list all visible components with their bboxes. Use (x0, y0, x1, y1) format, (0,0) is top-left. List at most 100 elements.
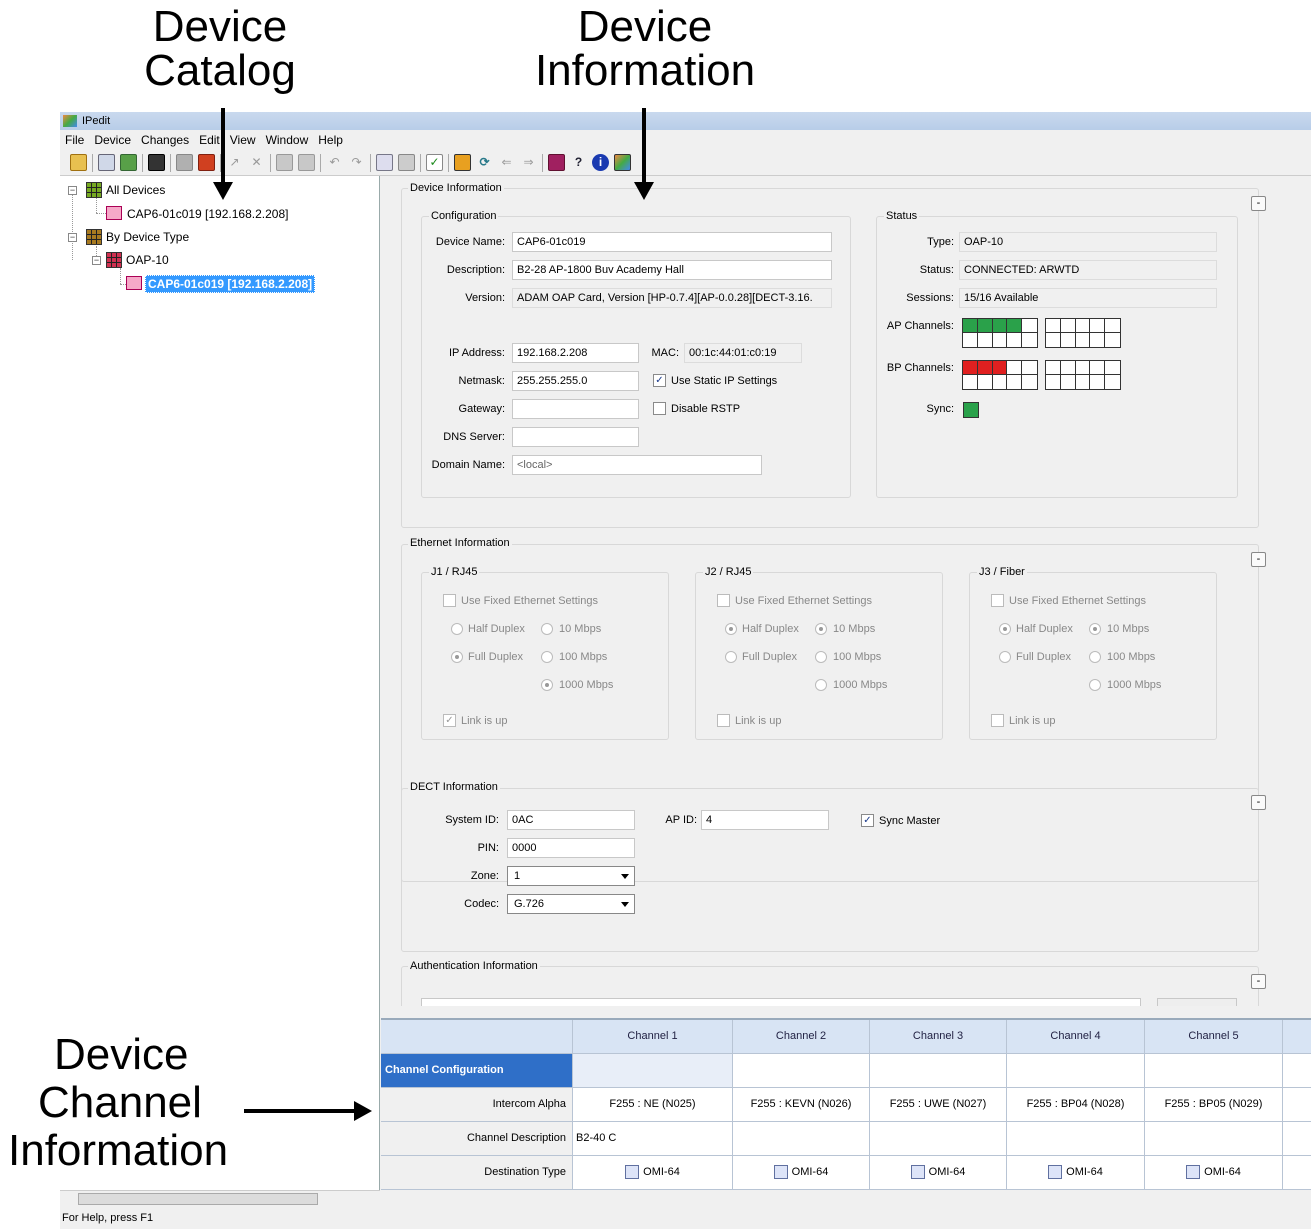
pin-field[interactable]: 0000 (507, 838, 635, 858)
domain-name-field[interactable]: <local> (512, 455, 762, 475)
zone-select[interactable]: 1 (507, 866, 635, 886)
refresh-icon[interactable]: ⟳ (476, 154, 493, 171)
speed-10-radio[interactable] (815, 623, 827, 635)
grid-value-cell[interactable]: OMI-64 (573, 1156, 733, 1190)
half-duplex-radio[interactable] (999, 623, 1011, 635)
help-icon[interactable]: ? (570, 154, 587, 171)
scrollbar-thumb[interactable] (78, 1193, 318, 1205)
half-duplex-radio[interactable] (725, 623, 737, 635)
half-duplex-radio[interactable] (451, 623, 463, 635)
system-id-field[interactable]: 0AC (507, 810, 635, 830)
grid-value-cell[interactable] (870, 1122, 1007, 1156)
description-field[interactable]: B2-28 AP-1800 Buv Academy Hall (512, 260, 832, 280)
menu-changes[interactable]: Changes (136, 130, 194, 150)
tree-node-device[interactable]: CAP6-01c019 [192.168.2.208] (127, 206, 288, 222)
redo-icon[interactable]: ↷ (348, 154, 365, 171)
info-icon[interactable]: i (592, 154, 609, 171)
tree-horizontal-scrollbar[interactable] (60, 1190, 380, 1206)
use-fixed-ethernet-checkbox[interactable] (443, 594, 456, 607)
tree-node-by-device-type[interactable]: By Device Type (106, 229, 189, 245)
menu-window[interactable]: Window (261, 130, 314, 150)
grid-value-cell[interactable]: F255 : KEVN (N026) (733, 1088, 870, 1122)
menu-file[interactable]: File (60, 130, 89, 150)
speed-100-radio[interactable] (1089, 651, 1101, 663)
grid-value-cell[interactable]: OMI-64 (733, 1156, 870, 1190)
grid-value-cell[interactable] (1007, 1122, 1145, 1156)
speed-10-radio[interactable] (1089, 623, 1101, 635)
channel-cell (992, 319, 1008, 333)
gateway-field[interactable] (512, 399, 639, 419)
full-duplex-radio[interactable] (725, 651, 737, 663)
copy-device-icon[interactable] (98, 154, 115, 171)
sync-master-checkbox[interactable]: ✓ (861, 814, 874, 827)
grid-value-cell[interactable]: F255 : UWE (N027) (870, 1088, 1007, 1122)
cancel-icon[interactable] (298, 154, 315, 171)
ap-id-field[interactable]: 4 (701, 810, 829, 830)
speed-100-radio[interactable] (541, 651, 553, 663)
paste-icon[interactable] (398, 154, 415, 171)
speed-1000-radio[interactable] (1089, 679, 1101, 691)
codec-select[interactable]: G.726 (507, 894, 635, 914)
netmask-field[interactable]: 255.255.255.0 (512, 371, 639, 391)
export-icon[interactable] (120, 154, 137, 171)
authentication-field[interactable] (421, 998, 1141, 1006)
grid-view-icon[interactable] (454, 154, 471, 171)
apply-icon[interactable] (176, 154, 193, 171)
speed-1000-radio[interactable] (541, 679, 553, 691)
grid-value-cell[interactable]: F255 : NE (N025) (573, 1088, 733, 1122)
speed-100-radio[interactable] (815, 651, 827, 663)
disable-rstp-checkbox[interactable] (653, 402, 666, 415)
use-fixed-ethernet-checkbox[interactable] (991, 594, 1004, 607)
grid-value-cell[interactable]: OMI-64 (1145, 1156, 1283, 1190)
collapse-authentication-information-button[interactable]: - (1251, 974, 1266, 989)
grid-value-cell[interactable]: F255 : BP05 (N029) (1145, 1088, 1283, 1122)
destination-type-icon (1186, 1165, 1201, 1180)
grid-value-cell[interactable] (733, 1122, 870, 1156)
delete-icon[interactable] (198, 154, 215, 171)
speed-100-label: 100 Mbps (1107, 651, 1156, 663)
channel-cell (1022, 319, 1037, 333)
forward-icon[interactable]: ⇒ (520, 154, 537, 171)
speed-1000-radio[interactable] (815, 679, 827, 691)
full-duplex-radio[interactable] (999, 651, 1011, 663)
copy-icon[interactable] (376, 154, 393, 171)
grid-value-cell[interactable]: OMI-64 (870, 1156, 1007, 1190)
about-icon[interactable] (614, 154, 631, 171)
grid-value-cell[interactable]: OMI-64 (1007, 1156, 1145, 1190)
arrow-icon[interactable]: ↗ (226, 154, 243, 171)
grid-value-cell[interactable]: B2-40 C (573, 1122, 733, 1156)
expand-toggle-all-devices[interactable]: − (68, 186, 77, 195)
dns-server-field[interactable] (512, 427, 639, 447)
authentication-button[interactable] (1157, 998, 1237, 1006)
tree-node-oap10[interactable]: OAP-10 (126, 252, 169, 268)
properties-icon[interactable] (276, 154, 293, 171)
save-icon[interactable] (148, 154, 165, 171)
open-icon[interactable] (70, 154, 87, 171)
grid-value-cell[interactable] (1145, 1122, 1283, 1156)
close-icon[interactable]: ✕ (248, 154, 265, 171)
collapse-device-information-button[interactable]: - (1251, 196, 1266, 211)
undo-icon[interactable]: ↶ (326, 154, 343, 171)
device-name-field[interactable]: CAP6-01c019 (512, 232, 832, 252)
back-icon[interactable]: ⇐ (498, 154, 515, 171)
book-icon[interactable] (548, 154, 565, 171)
ip-address-field[interactable]: 192.168.2.208 (512, 343, 639, 363)
tree-node-selected-device[interactable]: CAP6-01c019 [192.168.2.208] (145, 275, 316, 293)
menu-device[interactable]: Device (89, 130, 136, 150)
speed-10-radio[interactable] (541, 623, 553, 635)
expand-toggle-by-type[interactable]: − (68, 233, 77, 242)
use-static-ip-checkbox[interactable]: ✓ (653, 374, 666, 387)
link-is-up-checkbox[interactable]: ✓ (443, 714, 456, 727)
collapse-dect-information-button[interactable]: - (1251, 795, 1266, 810)
collapse-ethernet-information-button[interactable]: - (1251, 552, 1266, 567)
full-duplex-radio[interactable] (451, 651, 463, 663)
use-fixed-ethernet-checkbox[interactable] (717, 594, 730, 607)
link-is-up-checkbox[interactable] (717, 714, 730, 727)
menu-view[interactable]: View (225, 130, 261, 150)
menu-help[interactable]: Help (313, 130, 348, 150)
check-icon[interactable]: ✓ (426, 154, 443, 171)
link-is-up-checkbox[interactable] (991, 714, 1004, 727)
expand-toggle-oap10[interactable]: − (92, 256, 101, 265)
grid-value-cell[interactable]: F255 : BP04 (N028) (1007, 1088, 1145, 1122)
tree-node-all-devices[interactable]: All Devices (106, 182, 165, 198)
